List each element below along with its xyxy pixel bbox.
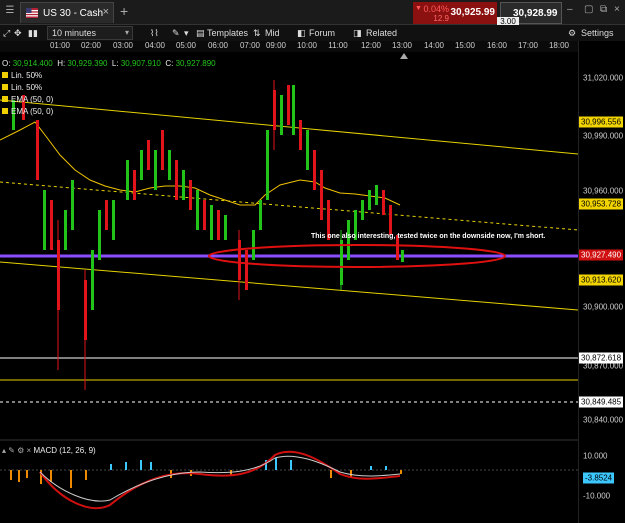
open-value: 30,914.400	[12, 59, 53, 68]
price-tick: 30,840.000	[583, 415, 624, 425]
chevron-down-icon[interactable]: ▾	[184, 26, 189, 40]
high-label: H:	[57, 59, 66, 68]
chart-type-icon[interactable]: ⌇⌇	[150, 26, 159, 40]
macd-signal-line	[39, 455, 401, 502]
minimize-icon[interactable]: –	[567, 4, 573, 15]
indicator-item[interactable]: EMA (50, 0)	[2, 95, 53, 104]
price-tick: 30,960.000	[583, 186, 624, 196]
macd-title: MACD (12, 26, 9)	[33, 446, 96, 455]
time-tick: 01:00	[49, 41, 71, 50]
forum-icon[interactable]: ◧	[297, 26, 306, 40]
chart-toolbar: ⤢ ✥ ▮▮ 10 minutes ▾ ⌇⌇ ✎ ▾ ▤ Templates ⇅…	[0, 25, 625, 41]
macd-value-tag: -3.8524	[583, 472, 615, 484]
time-axis: 01:00 02:00 03:00 04:00 05:00 06:00 07:0…	[0, 41, 580, 52]
maximize-icon[interactable]: ▢	[584, 4, 593, 15]
macd-line	[39, 450, 401, 510]
buy-price: 30,928.99	[513, 8, 558, 19]
time-tick: 13:00	[391, 41, 413, 50]
tab-title: US 30 - Cash	[43, 8, 104, 19]
close-icon[interactable]: ×	[103, 6, 109, 18]
templates-icon[interactable]: ▤	[196, 26, 205, 40]
macd-tick: -10.000	[583, 491, 611, 501]
indicator-label: EMA (50, 0)	[11, 95, 54, 104]
sell-price: 30,925.99	[450, 7, 496, 18]
change-points: 12.9	[433, 14, 449, 23]
time-tick: 16:00	[486, 41, 508, 50]
crosshair-icon[interactable]: ✥	[14, 26, 22, 40]
time-tick: 02:00	[80, 41, 102, 50]
price-mode-icon[interactable]: ⇅	[253, 26, 261, 40]
related-icon[interactable]: ◨	[353, 26, 362, 40]
time-tick: 03:00	[112, 41, 134, 50]
time-tick: 04:00	[144, 41, 166, 50]
macd-label[interactable]: ▴ ✎ ⚙ × MACD (12, 26, 9)	[2, 446, 96, 455]
related-button[interactable]: Related	[366, 26, 397, 40]
indicator-item[interactable]: EMA (50, 0)	[2, 107, 53, 116]
channel-mid-line	[0, 181, 578, 231]
chevron-down-icon: ▾	[124, 28, 129, 37]
tab-bar: ☰ US 30 - Cash × + ▼ 0.04% 12.9 30,925.9…	[0, 0, 625, 27]
settings-button[interactable]: Settings	[581, 26, 614, 40]
time-tick: 06:00	[207, 41, 229, 50]
close-value: 30,927.890	[175, 59, 216, 68]
forum-button[interactable]: Forum	[309, 26, 335, 40]
interval-dropdown[interactable]: 10 minutes ▾	[47, 26, 133, 40]
price-tag: 30,872.618	[579, 352, 624, 364]
restore-icon[interactable]: ⧉	[600, 4, 607, 15]
sell-button[interactable]: ▼ 0.04% 12.9 30,925.99	[413, 2, 497, 24]
low-value: 30,907.910	[120, 59, 161, 68]
scroll-marker-icon[interactable]	[400, 53, 408, 59]
time-tick: 09:00	[265, 41, 287, 50]
indicator-label: Lin. 50%	[11, 71, 43, 80]
price-tick: 30,900.000	[583, 302, 624, 312]
change-percent: 0.04%	[423, 4, 449, 14]
price-tick: 30,990.000	[583, 131, 624, 141]
down-arrow-icon: ▼	[415, 5, 422, 12]
indicator-item[interactable]: Lin. 50%	[2, 71, 42, 80]
price-tick: 31,020.000	[583, 73, 624, 83]
indicator-item[interactable]: Lin. 50%	[2, 83, 42, 92]
time-tick: 10:00	[296, 41, 318, 50]
indicator-label: Lin. 50%	[11, 83, 43, 92]
draw-icon[interactable]: ✎	[172, 26, 180, 40]
menu-icon[interactable]: ☰	[4, 5, 16, 17]
time-tick: 05:00	[175, 41, 197, 50]
time-tick: 17:00	[517, 41, 539, 50]
high-value: 30,929.390	[67, 59, 108, 68]
price-tag: 30,953.728	[579, 198, 624, 210]
time-tick: 18:00	[548, 41, 570, 50]
time-tick: 11:00	[328, 41, 348, 50]
time-tick: 14:00	[423, 41, 445, 50]
ohlc-readout: O: 30,914.400 H: 30,929.390 L: 30,907.91…	[2, 59, 216, 68]
add-tab-icon[interactable]: +	[120, 3, 128, 19]
close-window-icon[interactable]: ×	[614, 4, 620, 15]
macd-tick: 10.000	[583, 451, 608, 461]
time-tick: 12:00	[360, 41, 382, 50]
templates-button[interactable]: Templates	[207, 26, 248, 40]
close-label: C:	[165, 59, 174, 68]
time-tick: 15:00	[454, 41, 476, 50]
current-price-tag: 30,927.490	[579, 249, 624, 261]
expand-icon[interactable]: ⤢	[3, 26, 10, 40]
us-flag-icon	[26, 8, 38, 18]
open-label: O:	[2, 59, 11, 68]
interval-value: 10 minutes	[52, 28, 97, 38]
price-tag: 30,849.485	[579, 396, 624, 408]
price-tag: 30,913.620	[579, 274, 624, 286]
price-axis: 31,020.000 30,990.000 30,960.000 30,900.…	[578, 41, 625, 523]
mid-button[interactable]: Mid	[265, 26, 280, 40]
macd-icons: ▴ ✎ ⚙ ×	[2, 446, 32, 455]
indicator-label: EMA (50, 0)	[11, 107, 54, 116]
time-tick: 07:00	[239, 41, 261, 50]
price-tag: 30,996.556	[579, 116, 624, 128]
chart-tab[interactable]: US 30 - Cash ×	[20, 2, 114, 23]
low-label: L:	[111, 59, 119, 68]
gear-icon[interactable]: ⚙	[568, 26, 576, 40]
bar-chart-icon[interactable]: ▮▮	[28, 26, 38, 40]
ema-line	[0, 121, 401, 206]
chart-annotation[interactable]: This one also interesting, tested twice …	[311, 233, 545, 240]
